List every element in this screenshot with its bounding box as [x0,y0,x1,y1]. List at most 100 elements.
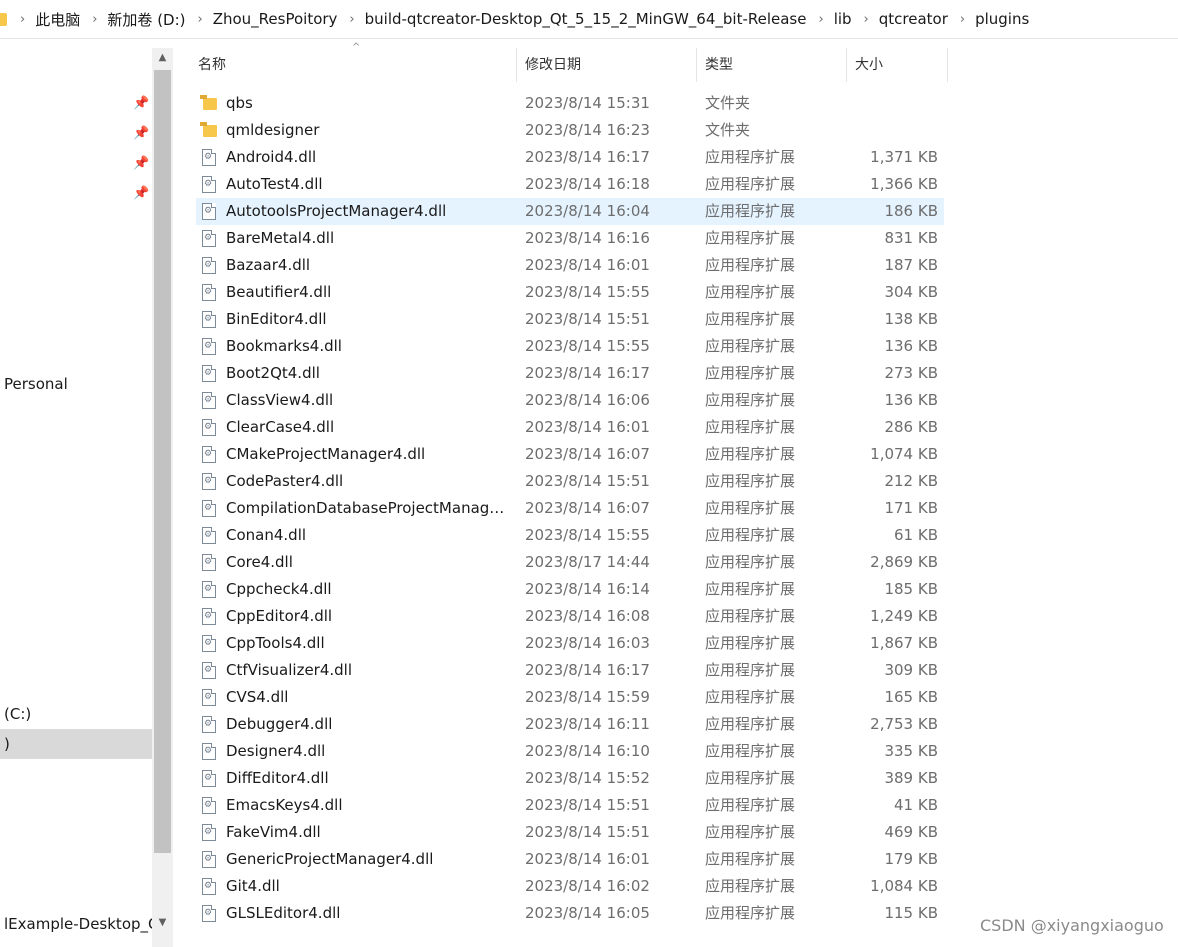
chevron-right-icon[interactable]: › [8,12,35,27]
file-size: 2,753 KB [870,715,938,733]
breadcrumb-item[interactable]: qtcreator [879,10,948,28]
file-size: 1,074 KB [870,445,938,463]
nav-item-personal[interactable]: Personal [0,369,152,399]
watermark: CSDN @xiyangxiaoguo [980,916,1164,935]
file-row[interactable]: Designer4.dll 2023/8/14 16:10 应用程序扩展 335 KB [196,738,944,765]
pin-icon[interactable]: 📌 [133,186,149,202]
scrollbar-thumb[interactable] [154,70,171,853]
file-name: EmacsKeys4.dll [226,796,343,814]
column-header-size[interactable]: 大小 [847,48,948,82]
file-row[interactable]: Bazaar4.dll 2023/8/14 16:01 应用程序扩展 187 KB [196,252,944,279]
file-type: 应用程序扩展 [705,418,796,436]
dll-file-icon [202,446,216,463]
file-row[interactable]: DiffEditor4.dll 2023/8/14 15:52 应用程序扩展 389 … [196,765,944,792]
file-row[interactable]: ClassView4.dll 2023/8/14 16:06 应用程序扩展 136 K… [196,387,944,414]
file-name: FakeVim4.dll [226,823,321,841]
file-row[interactable]: CVS4.dll 2023/8/14 15:59 应用程序扩展 165 KB [196,684,944,711]
file-type: 应用程序扩展 [705,904,796,922]
file-row[interactable]: ClearCase4.dll 2023/8/14 16:01 应用程序扩展 286 K… [196,414,944,441]
file-date-modified: 2023/8/14 15:59 [525,688,650,706]
file-size: 115 KB [884,904,938,922]
dll-file-icon [202,527,216,544]
file-row[interactable]: BinEditor4.dll 2023/8/14 15:51 应用程序扩展 138 K… [196,306,944,333]
file-row[interactable]: Beautifier4.dll 2023/8/14 15:55 应用程序扩展 304 … [196,279,944,306]
file-row[interactable]: FakeVim4.dll 2023/8/14 15:51 应用程序扩展 469 KB [196,819,944,846]
file-row[interactable]: Git4.dll 2023/8/14 16:02 应用程序扩展 1,084 KB [196,873,944,900]
file-row[interactable]: GLSLEditor4.dll 2023/8/14 16:05 应用程序扩展 115 … [196,900,944,927]
file-row[interactable]: qmldesigner 2023/8/14 16:23 文件夹 [196,117,944,144]
nav-scrollbar[interactable]: ▲ ▼ [152,48,173,947]
dll-file-icon [202,824,216,841]
file-date-modified: 2023/8/14 16:17 [525,661,650,679]
file-row[interactable]: Cppcheck4.dll 2023/8/14 16:14 应用程序扩展 185 KB [196,576,944,603]
dll-file-icon [202,473,216,490]
file-row[interactable]: Android4.dll 2023/8/14 16:17 应用程序扩展 1,371 K… [196,144,944,171]
nav-item-drive-c[interactable]: (C:) [0,699,152,729]
file-date-modified: 2023/8/14 16:17 [525,148,650,166]
file-date-modified: 2023/8/14 15:55 [525,283,650,301]
address-bar[interactable]: › 此电脑 › 新加卷 (D:) › Zhou_ResPoitory › build-qtcr… [0,0,1178,39]
file-row[interactable]: Bookmarks4.dll 2023/8/14 15:55 应用程序扩展 136 K… [196,333,944,360]
file-size: 286 KB [884,418,938,436]
file-row[interactable]: BareMetal4.dll 2023/8/14 16:16 应用程序扩展 831 K… [196,225,944,252]
file-row[interactable]: GenericProjectManager4.dll 2023/8/14 16:0… [196,846,944,873]
file-type: 应用程序扩展 [705,661,796,679]
file-size: 187 KB [884,256,938,274]
folder-icon [0,10,8,28]
file-row[interactable]: CppTools4.dll 2023/8/14 16:03 应用程序扩展 1,867 … [196,630,944,657]
file-date-modified: 2023/8/14 16:10 [525,742,650,760]
file-date-modified: 2023/8/14 16:04 [525,202,650,220]
chevron-right-icon[interactable]: › [337,12,364,27]
column-header-date[interactable]: 修改日期 [517,48,697,82]
dll-file-icon [202,716,216,733]
pin-icon[interactable]: 📌 [133,156,149,172]
pin-icon[interactable]: 📌 [133,96,149,112]
file-date-modified: 2023/8/14 16:17 [525,364,650,382]
column-header-name[interactable]: 名称 [190,48,517,82]
file-size: 212 KB [884,472,938,490]
file-date-modified: 2023/8/14 16:07 [525,445,650,463]
column-header-type[interactable]: 类型 [697,48,847,82]
dll-file-icon [202,203,216,220]
file-row[interactable]: EmacsKeys4.dll 2023/8/14 15:51 应用程序扩展 41 KB [196,792,944,819]
chevron-right-icon[interactable]: › [80,12,107,27]
file-type: 应用程序扩展 [705,472,796,490]
file-size: 309 KB [884,661,938,679]
file-name: Designer4.dll [226,742,326,760]
breadcrumb-item[interactable]: lib [834,10,852,28]
chevron-right-icon[interactable]: › [852,12,879,27]
file-row[interactable]: AutotoolsProjectManager4.dll 2023/8/14 16… [196,198,944,225]
file-row[interactable]: Conan4.dll 2023/8/14 15:55 应用程序扩展 61 KB [196,522,944,549]
file-row[interactable]: CtfVisualizer4.dll 2023/8/14 16:17 应用程序扩展 3… [196,657,944,684]
file-row[interactable]: CppEditor4.dll 2023/8/14 16:08 应用程序扩展 1,249… [196,603,944,630]
file-name: qbs [226,94,253,112]
nav-item-example-folder[interactable]: lExample-Desktop_Qt [0,909,152,939]
file-date-modified: 2023/8/14 15:55 [525,526,650,544]
breadcrumb-item[interactable]: build-qtcreator-Desktop_Qt_5_15_2_MinGW_… [365,10,807,28]
scroll-up-icon[interactable]: ▲ [152,48,173,68]
file-row[interactable]: qbs 2023/8/14 15:31 文件夹 [196,90,944,117]
dll-file-icon [202,743,216,760]
breadcrumb-item[interactable]: 新加卷 (D:) [107,9,185,30]
chevron-right-icon[interactable]: › [186,12,213,27]
file-row[interactable]: CodePaster4.dll 2023/8/14 15:51 应用程序扩展 212 … [196,468,944,495]
file-row[interactable]: Debugger4.dll 2023/8/14 16:11 应用程序扩展 2,753 … [196,711,944,738]
file-size: 1,867 KB [870,634,938,652]
breadcrumb-item[interactable]: Zhou_ResPoitory [213,10,338,28]
file-row[interactable]: Boot2Qt4.dll 2023/8/14 16:17 应用程序扩展 273 KB [196,360,944,387]
file-row[interactable]: CompilationDatabaseProjectManage... 2023/… [196,495,944,522]
file-row[interactable]: AutoTest4.dll 2023/8/14 16:18 应用程序扩展 1,366 … [196,171,944,198]
file-row[interactable]: CMakeProjectManager4.dll 2023/8/14 16:07 应… [196,441,944,468]
pin-icon[interactable]: 📌 [133,126,149,142]
scroll-down-icon[interactable]: ▼ [152,913,173,933]
dll-file-icon [202,230,216,247]
file-row[interactable]: Core4.dll 2023/8/17 14:44 应用程序扩展 2,869 KB [196,549,944,576]
file-type: 应用程序扩展 [705,229,796,247]
breadcrumb-item[interactable]: plugins [975,10,1029,28]
file-size: 1,366 KB [870,175,938,193]
breadcrumb-item[interactable]: 此电脑 [35,9,80,30]
chevron-right-icon[interactable]: › [806,12,833,27]
file-size: 335 KB [884,742,938,760]
chevron-right-icon[interactable]: › [948,12,975,27]
nav-item-drive-d[interactable]: ) [0,729,152,759]
